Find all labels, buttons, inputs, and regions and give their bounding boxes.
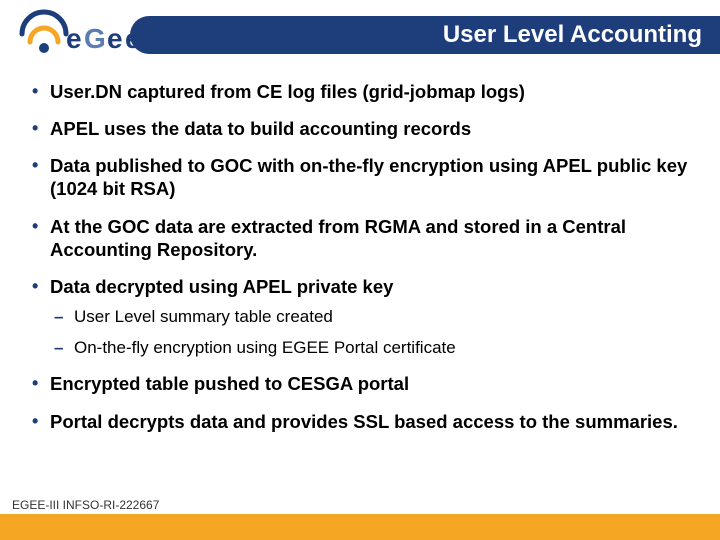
bullet-item: Portal decrypts data and provides SSL ba… [28,410,692,433]
bullet-list: User.DN captured from CE log files (grid… [28,80,692,433]
bullet-text: Data published to GOC with on-the-fly en… [50,155,687,199]
sub-bullet-text: On-the-fly encryption using EGEE Portal … [74,338,456,357]
bullet-item: Data published to GOC with on-the-fly en… [28,154,692,200]
bullet-text: Encrypted table pushed to CESGA portal [50,373,409,394]
svg-text:G: G [84,23,106,54]
footer-bar [0,514,720,540]
title-bar: User Level Accounting [130,16,720,54]
bullet-item: Data decrypted using APEL private key Us… [28,275,692,359]
svg-text:e: e [66,23,82,54]
bullet-text: APEL uses the data to build accounting r… [50,118,471,139]
bullet-item: Encrypted table pushed to CESGA portal [28,372,692,395]
bullet-item: APEL uses the data to build accounting r… [28,117,692,140]
egee-logo: e G e e [12,4,162,62]
sub-bullet-text: User Level summary table created [74,307,333,326]
bullet-text: Data decrypted using APEL private key [50,276,393,297]
slide-content: User.DN captured from CE log files (grid… [0,68,720,433]
slide-title: User Level Accounting [443,21,702,49]
slide-header: User Level Accounting e G e e [0,0,720,68]
bullet-item: At the GOC data are extracted from RGMA … [28,215,692,261]
svg-text:e: e [107,23,123,54]
bullet-text: At the GOC data are extracted from RGMA … [50,216,626,260]
sub-bullet-item: User Level summary table created [50,306,692,327]
sub-bullet-list: User Level summary table created On-the-… [50,306,692,359]
sub-bullet-item: On-the-fly encryption using EGEE Portal … [50,337,692,358]
bullet-text: User.DN captured from CE log files (grid… [50,81,525,102]
bullet-item: User.DN captured from CE log files (grid… [28,80,692,103]
svg-text:e: e [125,23,141,54]
bullet-text: Portal decrypts data and provides SSL ba… [50,411,678,432]
footer-text: EGEE-III INFSO-RI-222667 [12,498,159,512]
